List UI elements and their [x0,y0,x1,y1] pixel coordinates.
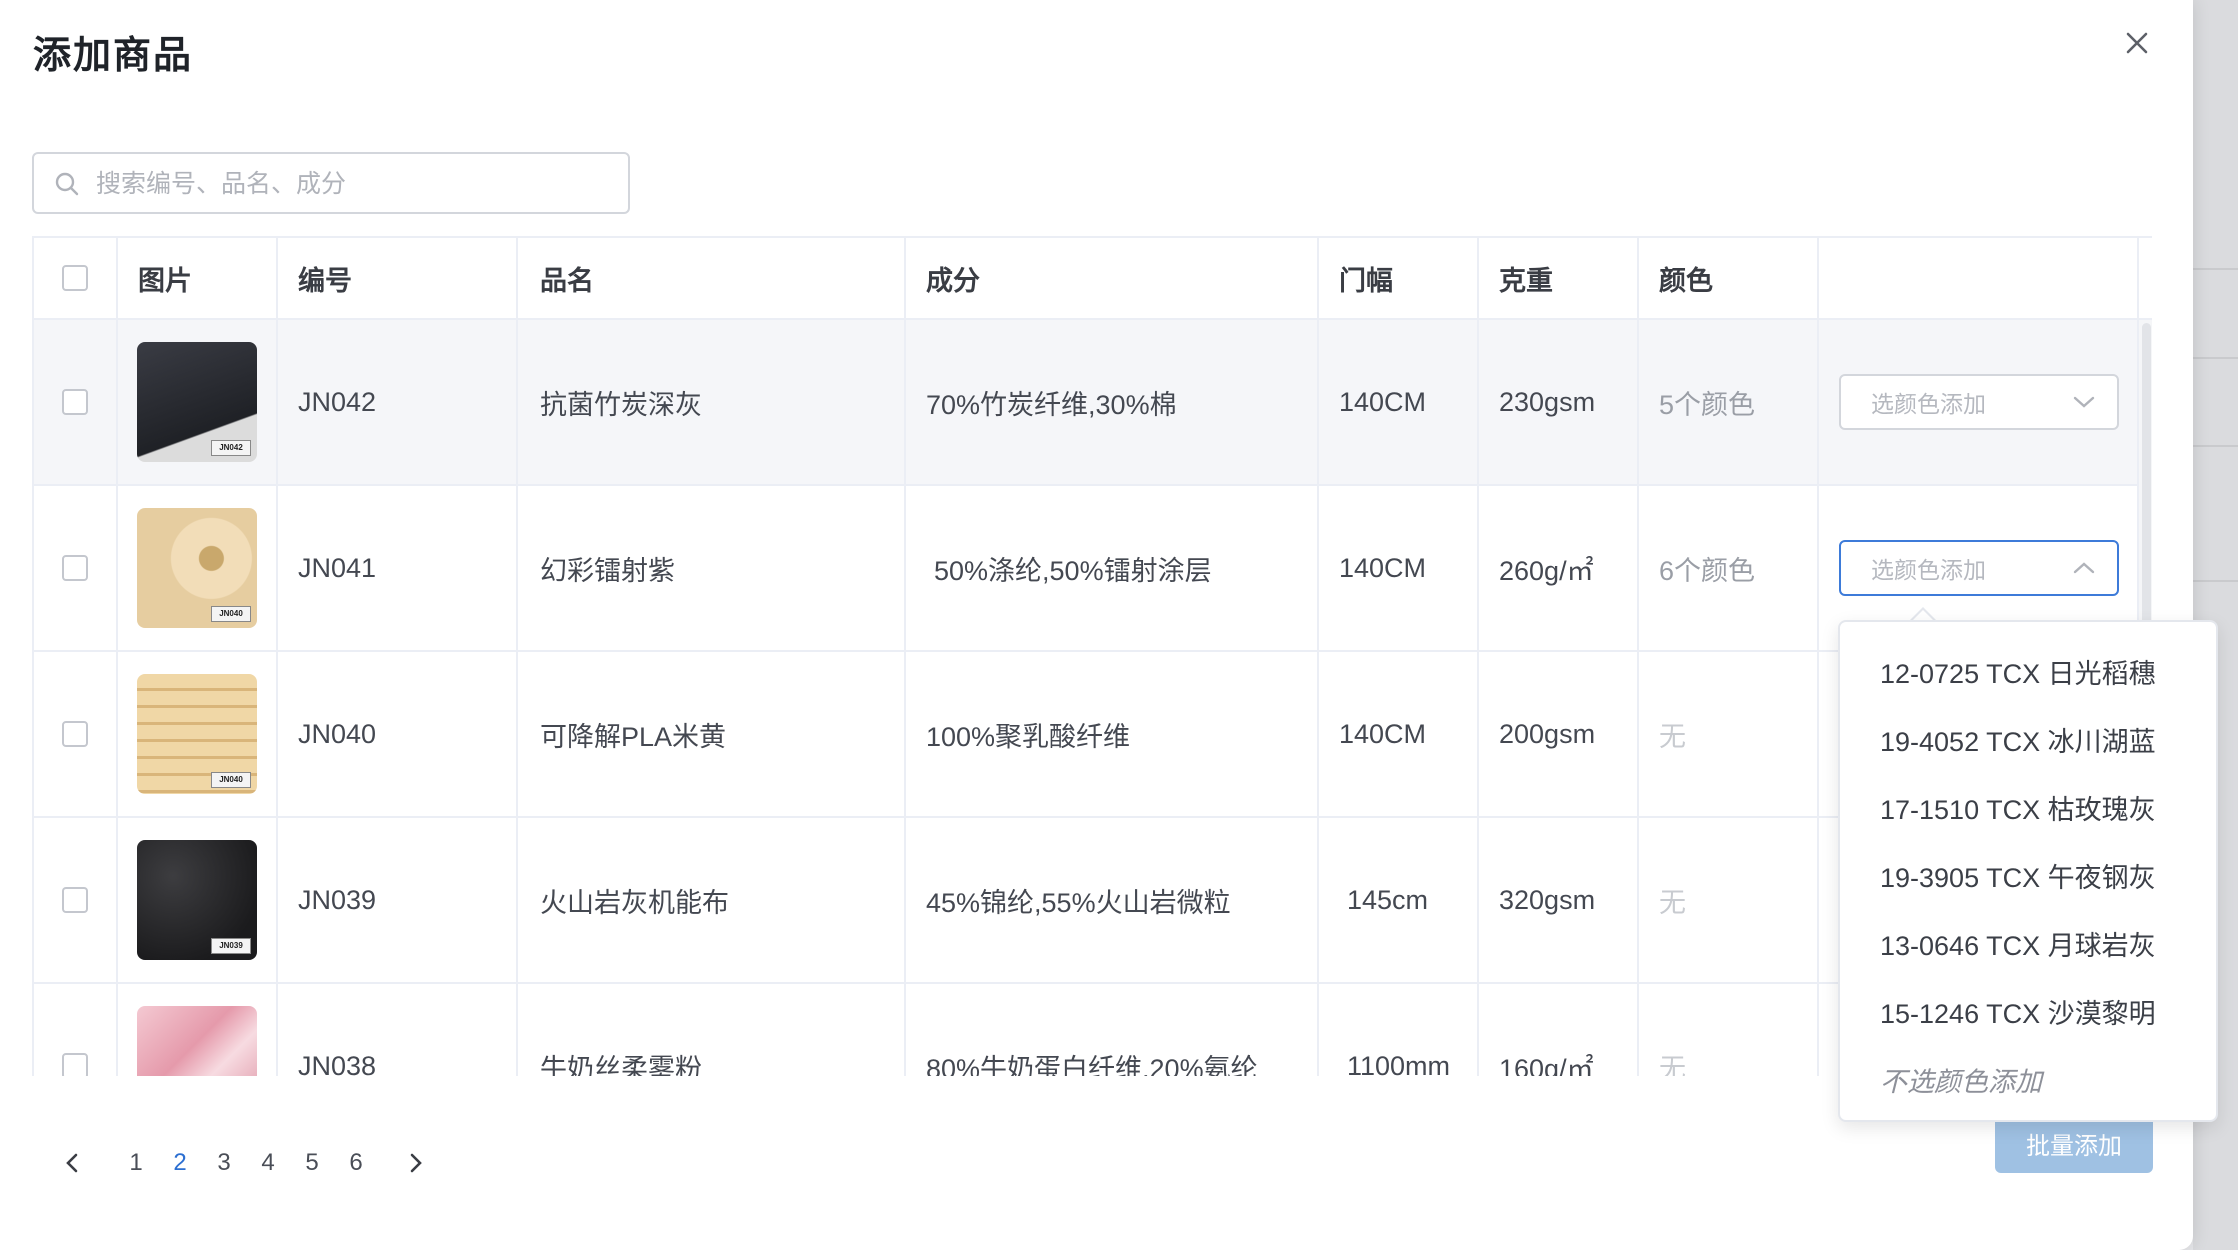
product-composition: 45%锦纶,55%火山岩微粒 [906,818,1319,982]
product-image [137,1006,257,1076]
product-composition: 80%牛奶蛋白纤维,20%氨纶 [906,984,1319,1076]
product-weight: 320gsm [1479,818,1639,982]
header-image: 图片 [118,238,278,318]
product-width: 1100mm [1319,984,1479,1076]
color-option[interactable]: 19-4052 TCX 冰川湖蓝 [1880,720,2156,759]
header-width: 门幅 [1319,238,1479,318]
table-row[interactable]: JN040 JN040 可降解PLA米黄 100%聚乳酸纤维 140CM 200… [34,652,2152,818]
search-icon [54,171,80,197]
header-color: 颜色 [1639,238,1819,318]
page-1[interactable]: 1 [114,1149,158,1177]
row-checkbox[interactable] [62,721,88,747]
chevron-left-icon [66,1153,78,1173]
product-code: JN039 [278,818,518,982]
product-weight: 160g/㎡ [1479,984,1639,1076]
page-6[interactable]: 6 [334,1149,378,1177]
search-box[interactable] [32,152,630,214]
page-2[interactable]: 2 [158,1149,202,1177]
table-row[interactable]: JN039 JN039 火山岩灰机能布 45%锦纶,55%火山岩微粒 145cm… [34,818,2152,984]
image-tag: JN040 [211,606,251,622]
product-color-count: 5个颜色 [1639,320,1819,484]
product-width: 140CM [1319,652,1479,816]
color-option[interactable]: 15-1246 TCX 沙漠黎明 [1880,992,2156,1031]
backdrop-divider [2193,445,2238,447]
product-color-count: 无 [1639,652,1819,816]
close-icon[interactable] [2117,23,2157,63]
product-code: JN038 [278,984,518,1076]
backdrop-divider [2193,357,2238,359]
search-input[interactable] [94,154,618,214]
color-option[interactable]: 19-3905 TCX 午夜钢灰 [1880,856,2156,895]
backdrop-divider [2193,580,2238,582]
image-tag: JN042 [211,440,251,456]
product-code: JN042 [278,320,518,484]
table-row[interactable]: JN040 JN041 幻彩镭射紫 50%涤纶,50%镭射涂层 140CM 26… [34,486,2152,652]
row-checkbox[interactable] [62,887,88,913]
color-option[interactable]: 12-0725 TCX 日光稻穗 [1880,652,2156,691]
prev-page-button[interactable] [50,1141,94,1185]
product-composition: 70%竹炭纤维,30%棉 [906,320,1319,484]
product-code: JN041 [278,486,518,650]
product-name: 幻彩镭射紫 [518,486,906,650]
pagination: 1 2 3 4 5 6 [50,1138,438,1188]
color-select-placeholder: 选颜色添加 [1871,391,1986,417]
color-option[interactable]: 17-1510 TCX 枯玫瑰灰 [1880,788,2156,827]
product-weight: 200gsm [1479,652,1639,816]
color-select[interactable]: 选颜色添加 [1839,374,2119,430]
product-weight: 230gsm [1479,320,1639,484]
product-color-count: 无 [1639,818,1819,982]
header-name: 品名 [518,238,906,318]
header-composition: 成分 [906,238,1319,318]
product-weight: 260g/㎡ [1479,486,1639,650]
product-image: JN040 [137,508,257,628]
table-header: 图片 编号 品名 成分 门幅 克重 颜色 [34,238,2152,320]
product-width: 140CM [1319,320,1479,484]
chevron-right-icon [410,1153,422,1173]
product-width: 140CM [1319,486,1479,650]
product-table: 图片 编号 品名 成分 门幅 克重 颜色 JN042 JN042 抗菌竹炭深灰 … [32,236,2152,1076]
header-code: 编号 [278,238,518,318]
table-row[interactable]: JN038 牛奶丝柔雾粉 80%牛奶蛋白纤维,20%氨纶 1100mm 160g… [34,984,2152,1076]
product-image: JN042 [137,342,257,462]
color-option[interactable]: 13-0646 TCX 月球岩灰 [1880,924,2156,963]
page-5[interactable]: 5 [290,1149,334,1177]
table-row[interactable]: JN042 JN042 抗菌竹炭深灰 70%竹炭纤维,30%棉 140CM 23… [34,320,2152,486]
no-color-option[interactable]: 不选颜色添加 [1880,1060,2042,1099]
product-color-count: 无 [1639,984,1819,1076]
product-name: 可降解PLA米黄 [518,652,906,816]
backdrop-divider [2193,268,2238,270]
image-tag: JN039 [211,938,251,954]
page-3[interactable]: 3 [202,1149,246,1177]
product-image: JN039 [137,840,257,960]
color-dropdown: 12-0725 TCX 日光稻穗 19-4052 TCX 冰川湖蓝 17-151… [1838,620,2218,1122]
image-tag: JN040 [211,772,251,788]
product-name: 抗菌竹炭深灰 [518,320,906,484]
row-checkbox[interactable] [62,389,88,415]
header-action [1819,238,2139,318]
product-composition: 50%涤纶,50%镭射涂层 [906,486,1319,650]
product-code: JN040 [278,652,518,816]
batch-add-button[interactable]: 批量添加 [1995,1113,2153,1173]
next-page-button[interactable] [394,1141,438,1185]
row-checkbox[interactable] [62,555,88,581]
product-color-count: 6个颜色 [1639,486,1819,650]
dialog-title: 添加商品 [33,35,194,77]
page-4[interactable]: 4 [246,1149,290,1177]
color-select-placeholder: 选颜色添加 [1871,557,1986,583]
product-name: 牛奶丝柔雾粉 [518,984,906,1076]
select-all-checkbox[interactable] [62,265,88,291]
chevron-up-icon [2073,562,2095,574]
header-weight: 克重 [1479,238,1639,318]
product-composition: 100%聚乳酸纤维 [906,652,1319,816]
product-name: 火山岩灰机能布 [518,818,906,982]
chevron-down-icon [2073,396,2095,408]
color-select[interactable]: 选颜色添加 [1839,540,2119,596]
row-checkbox[interactable] [62,1053,88,1076]
product-image: JN040 [137,674,257,794]
product-width: 145cm [1319,818,1479,982]
